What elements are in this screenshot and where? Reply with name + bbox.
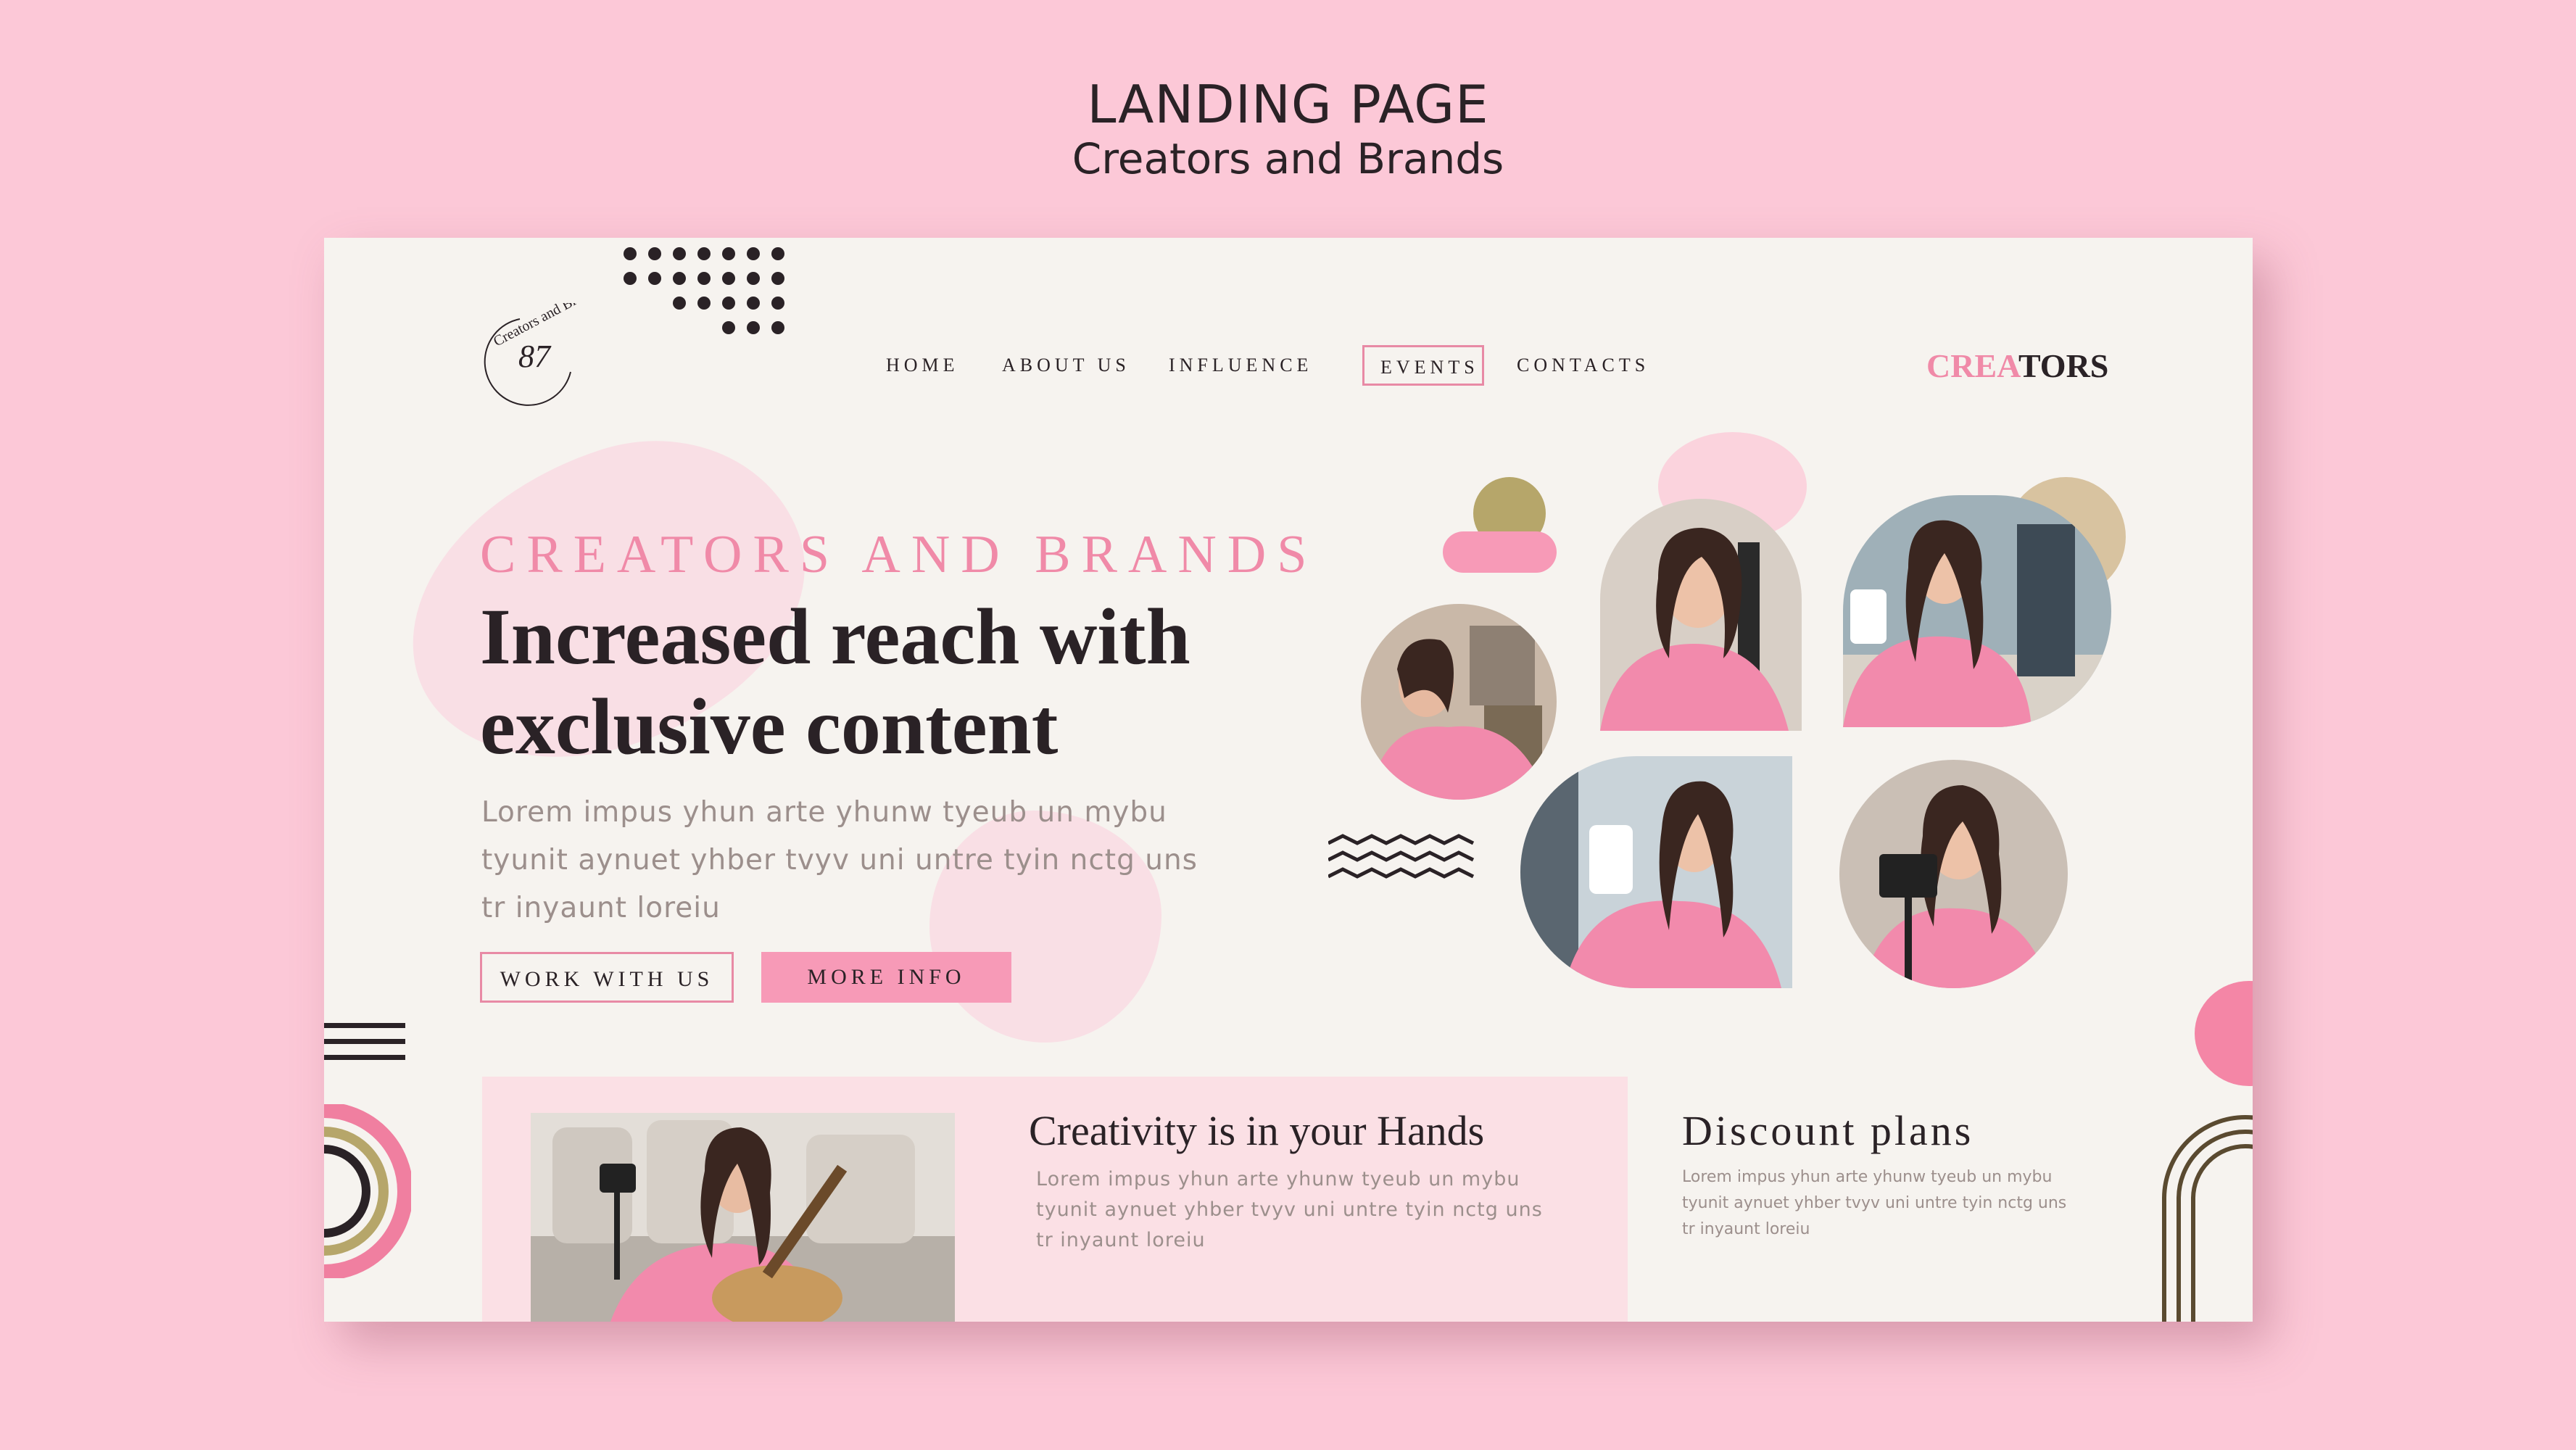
hero-headline-line: Increased reach with — [480, 592, 1190, 681]
discount-body-line: tr inyaunt loreiu — [1682, 1220, 1810, 1238]
zigzag-decoration — [1328, 834, 1475, 879]
gallery-photo-makeup — [1600, 499, 1802, 731]
feature-body-line: tyunit aynuet yhber tvyv uni untre tyin … — [1036, 1198, 1543, 1221]
brand-part-dark: TORS — [2018, 347, 2109, 384]
brand-part-pink: CREA — [1926, 347, 2018, 384]
nav-contacts[interactable]: CONTACTS — [1517, 345, 1647, 386]
gallery-photo-mask-2 — [1520, 756, 1792, 988]
feature-body-line: Lorem impus yhun arte yhunw tyeub un myb… — [1036, 1168, 1520, 1190]
feature-title: Creativity is in your Hands — [1029, 1107, 1485, 1154]
feature-photo-guitar — [531, 1113, 955, 1322]
gallery-photo-selfie — [1361, 604, 1557, 800]
hero-body: Lorem impus yhun arte yhunw tyeub un myb… — [481, 789, 1198, 932]
discount-body-line: Lorem impus yhun arte yhunw tyeub un myb… — [1682, 1168, 2053, 1186]
work-with-us-button[interactable]: WORK WITH US — [480, 952, 734, 1003]
more-info-button[interactable]: MORE INFO — [761, 952, 1011, 1003]
hero-body-line: Lorem impus yhun arte yhunw tyeub un myb… — [481, 796, 1167, 829]
presentation-title: LANDING PAGE — [1087, 74, 1489, 135]
dots-pattern-decoration — [624, 247, 784, 334]
nav-about-us[interactable]: ABOUT US — [1002, 345, 1126, 386]
hero-body-line: tyunit aynuet yhber tvyv uni untre tyin … — [481, 844, 1198, 877]
landing-page-mockup: Creators and Brands 87 HOME ABOUT US INF… — [324, 238, 2253, 1322]
hero-eyebrow: CREATORS AND BRANDS — [480, 525, 1318, 584]
pink-pill-decoration — [1443, 531, 1557, 573]
feature-body-line: tr inyaunt loreiu — [1036, 1229, 1206, 1251]
hero-headline-line: exclusive content — [480, 682, 1059, 771]
arcs-decoration — [324, 1104, 411, 1278]
hero-headline: Increased reach with exclusive content — [480, 592, 1190, 771]
gallery-photo-mask — [1843, 495, 2111, 727]
nav-events[interactable]: EVENTS — [1362, 345, 1484, 386]
discount-title: Discount plans — [1682, 1107, 1974, 1154]
logo-number: 87 — [518, 339, 550, 374]
discount-body-line: tyunit aynuet yhber tvyv uni untre tyin … — [1682, 1194, 2067, 1212]
brand-wordmark[interactable]: CREATORS — [1926, 347, 2108, 385]
gallery-photo-vlog — [1839, 760, 2068, 988]
nav-home[interactable]: HOME — [886, 345, 958, 386]
stripes-decoration — [324, 1023, 405, 1060]
nav-influence[interactable]: INFLUENCE — [1169, 345, 1308, 386]
arch-lines-decoration — [2162, 1115, 2253, 1322]
feature-body: Lorem impus yhun arte yhunw tyeub un myb… — [1036, 1164, 1543, 1256]
hero-body-line: tr inyaunt loreiu — [481, 892, 721, 924]
logo[interactable]: Creators and Brands 87 — [476, 280, 603, 419]
presentation-subtitle: Creators and Brands — [1072, 134, 1504, 183]
pink-circle-decoration — [2195, 981, 2253, 1086]
discount-body: Lorem impus yhun arte yhunw tyeub un myb… — [1682, 1164, 2066, 1243]
